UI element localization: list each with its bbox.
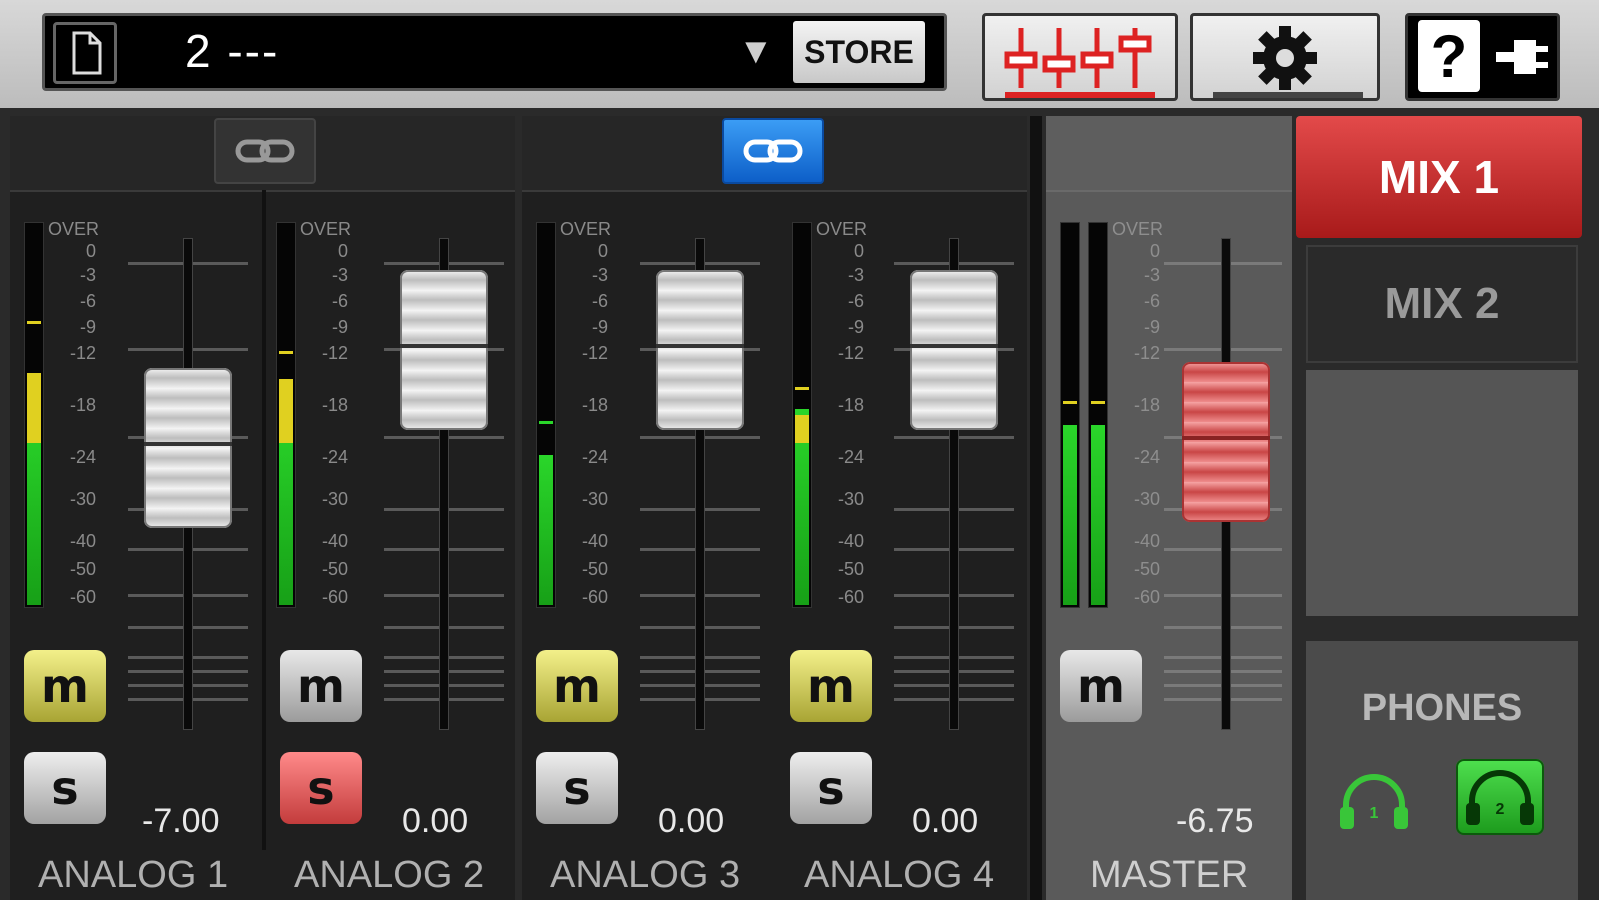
channel-strip-analog-1: OVER 0 -3 -6 -9 -12 -18 -24 -30 -40 -50 -60 m s -7.… [10,190,262,896]
settings-button[interactable] [1190,13,1380,101]
solo-button[interactable]: s [280,752,362,824]
mute-button[interactable]: m [1060,650,1142,722]
fader-value: 0.00 [912,802,979,840]
channel-label: MASTER [1090,854,1249,896]
channel-strip-analog-3: OVER 0 -3 -6 -9 -12 -18 -24 -30 -40 -50 -60 m s 0.0… [522,190,774,896]
fader-value: 0.00 [658,802,725,840]
store-button[interactable]: STORE [793,21,925,83]
level-meter [792,222,812,608]
mute-button[interactable]: m [536,650,618,722]
preset-selector[interactable]: 2 --- ▼ STORE [42,13,947,91]
headphones-icon [1466,770,1534,825]
dropdown-arrow-icon[interactable]: ▼ [738,30,774,72]
channel-strip-analog-4: OVER 0 -3 -6 -9 -12 -18 -24 -30 -40 -50 -60 m s 0.0… [776,190,1027,896]
solo-button[interactable]: s [790,752,872,824]
channel-label: ANALOG 3 [550,854,741,896]
stereo-link-button-3-4[interactable] [722,118,824,184]
mute-button[interactable]: m [280,650,362,722]
channel-strip-analog-2: OVER 0 -3 -6 -9 -12 -18 -24 -30 -40 -50 -60 m s 0.0… [266,190,515,896]
help-button[interactable]: ? [1405,13,1560,101]
mute-button[interactable]: m [790,650,872,722]
level-meter [276,222,296,608]
channel-label: ANALOG 2 [294,854,485,896]
mixer-faders-icon [1004,28,1155,98]
fader-knob[interactable] [910,270,998,430]
mute-button[interactable]: m [24,650,106,722]
phones-1-button[interactable]: 1 [1334,767,1414,837]
channel-strip-master: OVER 0 -3 -6 -9 -12 -18 -24 -30 -40 -50 -60 m -6.75… [1046,190,1292,896]
mixer-view-button[interactable] [982,13,1178,101]
level-meter-left [1060,222,1080,608]
mix-1-button[interactable]: MIX 1 [1296,116,1582,238]
stereo-link-button-1-2[interactable] [214,118,316,184]
top-toolbar: 2 --- ▼ STORE ? [0,0,1599,108]
link-icon [743,139,803,163]
link-icon [235,139,295,163]
file-icon[interactable] [53,22,117,84]
fader-value: -6.75 [1176,802,1254,840]
empty-mix-slot [1306,370,1578,616]
solo-button[interactable]: s [24,752,106,824]
channel-label: ANALOG 4 [804,854,995,896]
phones-panel: PHONES 1 2 [1306,641,1578,900]
fader-knob[interactable] [144,368,232,528]
fader-value: 0.00 [402,802,469,840]
level-meter [24,222,44,608]
level-meter-right [1088,222,1108,608]
fader-knob[interactable] [400,270,488,430]
channel-label: ANALOG 1 [38,854,229,896]
master-divider [1030,116,1042,900]
level-meter [536,222,556,608]
connection-plug-icon [1496,40,1548,74]
mix-2-button[interactable]: MIX 2 [1306,245,1578,363]
preset-name[interactable]: 2 --- [185,24,279,78]
fader-knob[interactable] [656,270,744,430]
headphones-icon [1340,774,1408,829]
solo-button[interactable]: s [536,752,618,824]
help-icon[interactable]: ? [1418,20,1480,92]
phones-title: PHONES [1361,687,1523,729]
phones-2-button[interactable]: 2 [1456,759,1544,835]
master-fader-knob[interactable] [1182,362,1270,522]
gear-icon [1213,26,1363,98]
fader-value: -7.00 [142,802,220,840]
